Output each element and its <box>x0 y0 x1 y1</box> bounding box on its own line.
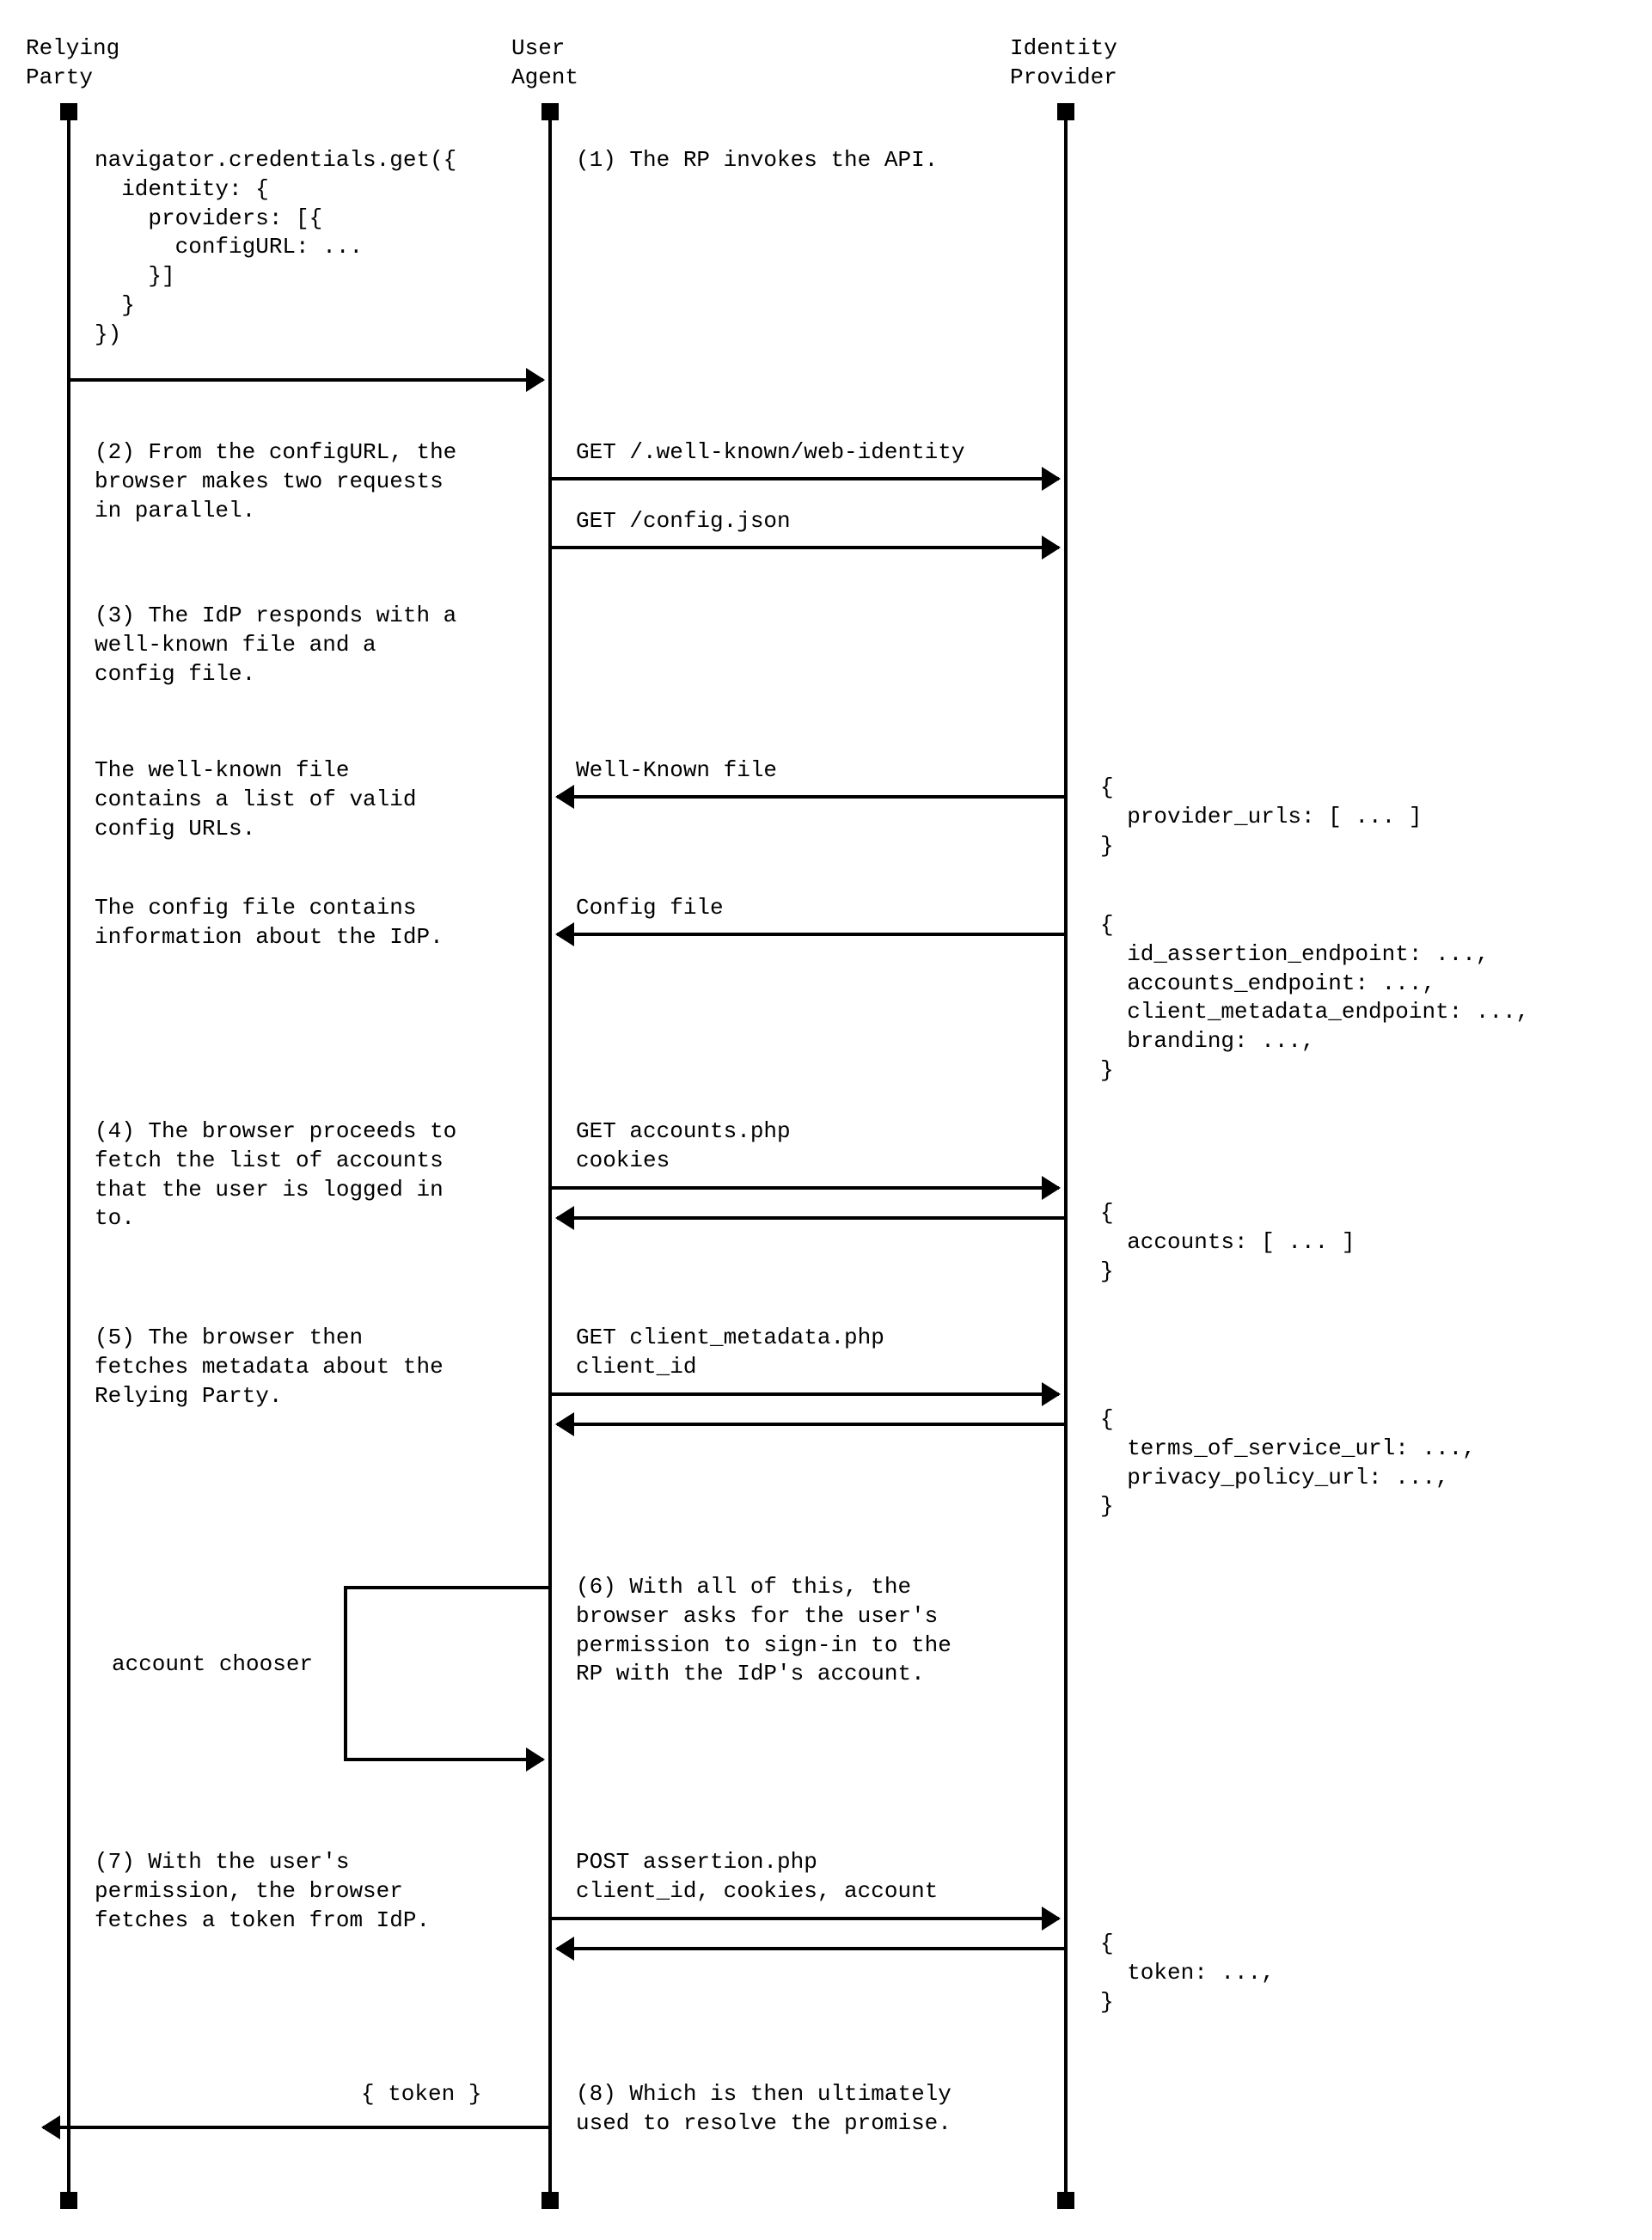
step-5: (5) The browser then fetches metadata ab… <box>95 1324 444 1411</box>
step-4: (4) The browser proceeds to fetch the li… <box>95 1117 456 1233</box>
msg-get-config: GET /config.json <box>576 507 791 536</box>
step-8: (8) Which is then ultimately used to res… <box>576 2080 951 2139</box>
lifeline-top-ua <box>541 103 559 120</box>
json-metadata: { terms_of_service_url: ..., privacy_pol… <box>1100 1405 1476 1521</box>
lifeline-top-rp <box>60 103 77 120</box>
arrow-ua-to-idp-config <box>552 546 1059 549</box>
arrow-ua-to-idp-assertion <box>552 1917 1059 1920</box>
step-7: (7) With the user's permission, the brow… <box>95 1848 430 1935</box>
participant-identity-provider: Identity Provider <box>1010 34 1117 93</box>
json-token: { token: ..., } <box>1100 1930 1275 2017</box>
selfmsg-bottom <box>344 1758 543 1761</box>
note-wellknown: The well-known file contains a list of v… <box>95 756 416 843</box>
step-2: (2) From the configURL, the browser make… <box>95 438 456 525</box>
arrow-ua-to-rp-token <box>43 2126 550 2129</box>
participant-relying-party: Relying Party <box>26 34 119 93</box>
arrow-ua-to-idp-wellknown <box>552 477 1059 480</box>
arrow-ua-to-idp-metadata <box>552 1392 1059 1396</box>
msg-get-wellknown: GET /.well-known/web-identity <box>576 438 964 468</box>
lifeline-bot-rp <box>60 2192 77 2209</box>
arrow-idp-to-ua-wellknown <box>557 795 1064 799</box>
lifeline-bot-idp <box>1057 2192 1074 2209</box>
msg-get-metadata: GET client_metadata.php client_id <box>576 1324 884 1382</box>
step-1: (1) The RP invokes the API. <box>576 146 938 175</box>
selfmsg-top <box>344 1586 550 1589</box>
json-config: { id_assertion_endpoint: ..., accounts_e… <box>1100 911 1529 1086</box>
arrow-rp-to-ua-invoke <box>70 378 543 382</box>
arrow-idp-to-ua-metadata <box>557 1423 1064 1426</box>
lifeline-ua <box>548 103 552 2200</box>
label-wellknown-file: Well-Known file <box>576 756 777 786</box>
arrow-ua-to-idp-accounts <box>552 1186 1059 1190</box>
label-account-chooser: account chooser <box>112 1650 313 1680</box>
lifeline-idp <box>1064 103 1068 2200</box>
lifeline-top-idp <box>1057 103 1074 120</box>
label-config-file: Config file <box>576 894 724 923</box>
json-wellknown: { provider_urls: [ ... ] } <box>1100 774 1422 860</box>
code-invoke: navigator.credentials.get({ identity: { … <box>95 146 456 350</box>
arrow-idp-to-ua-accounts <box>557 1216 1064 1220</box>
step-3: (3) The IdP responds with a well-known f… <box>95 602 456 689</box>
step-6: (6) With all of this, the browser asks f… <box>576 1573 951 1689</box>
arrow-idp-to-ua-token <box>557 1947 1064 1950</box>
selfmsg-side <box>344 1586 347 1758</box>
lifeline-bot-ua <box>541 2192 559 2209</box>
label-token-return: { token } <box>361 2080 481 2109</box>
msg-post-assertion: POST assertion.php client_id, cookies, a… <box>576 1848 938 1906</box>
lifeline-rp <box>67 103 70 2200</box>
sequence-diagram: Relying Party User Agent Identity Provid… <box>0 0 1652 2240</box>
json-accounts: { accounts: [ ... ] } <box>1100 1199 1355 1286</box>
note-config: The config file contains information abo… <box>95 894 444 952</box>
msg-get-accounts: GET accounts.php cookies <box>576 1117 791 1176</box>
arrow-idp-to-ua-config <box>557 933 1064 936</box>
participant-user-agent: User Agent <box>511 34 578 93</box>
